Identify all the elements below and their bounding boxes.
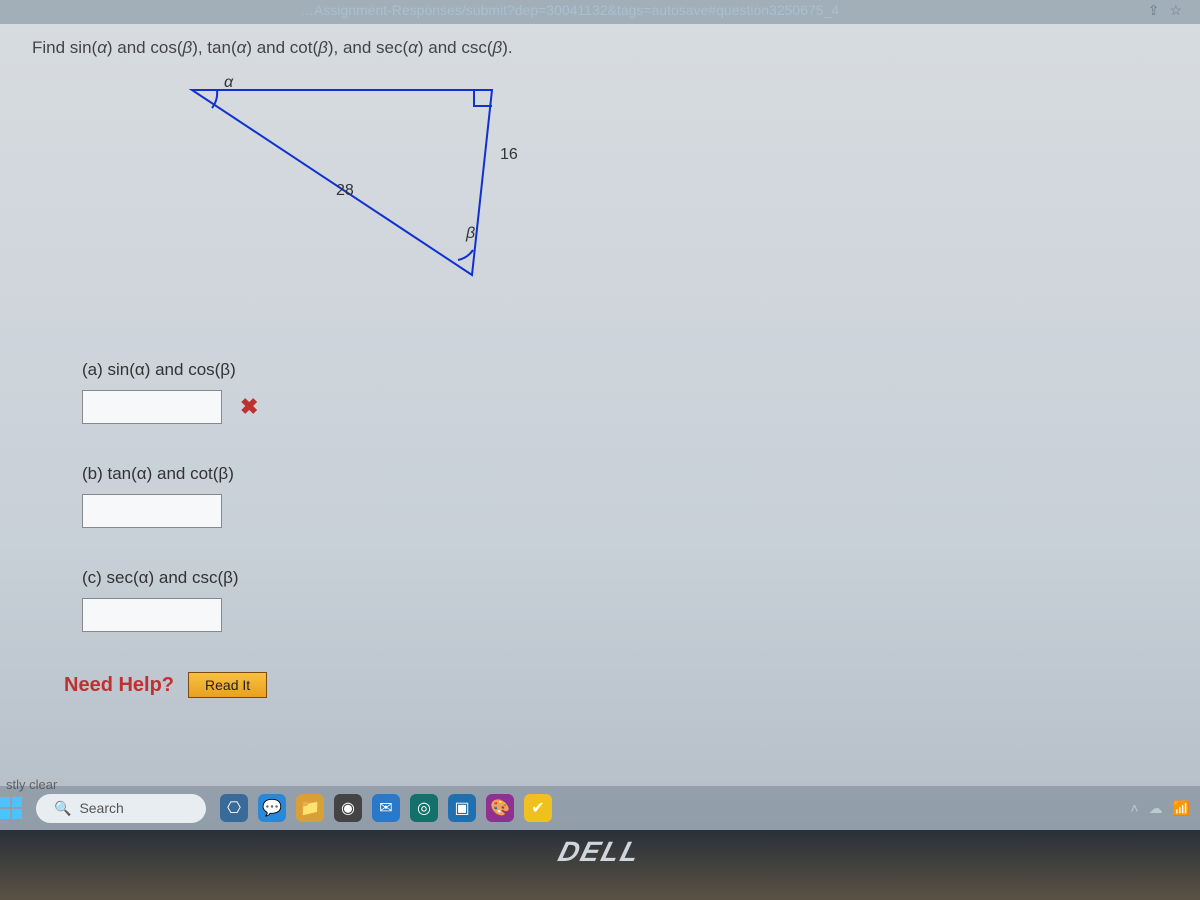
favorite-icon[interactable]: ☆ [1169, 2, 1182, 19]
answer-parts: (a) sin(α) and cos(β) ✖ (b) tan(α) and c… [32, 360, 1200, 632]
task-icon-dell[interactable]: ◉ [334, 794, 362, 822]
start-button[interactable] [0, 797, 22, 819]
tray-wifi-icon[interactable]: 📶 [1173, 800, 1190, 817]
part-c-label: (c) sec(α) and csc(β) [82, 568, 1200, 588]
part-a-label: (a) sin(α) and cos(β) [82, 360, 1200, 380]
task-icon-mail[interactable]: ✉ [372, 794, 400, 822]
part-b-input[interactable] [82, 494, 222, 528]
laptop-bezel: DELL [0, 830, 1200, 900]
read-it-button[interactable]: Read It [188, 672, 267, 698]
tray-chevron-icon[interactable]: ˄ [1130, 800, 1138, 816]
angle-beta-label: β [466, 225, 475, 243]
task-icon-check[interactable]: ✔ [524, 794, 552, 822]
taskbar-search[interactable]: 🔍 Search [36, 794, 206, 823]
part-a: (a) sin(α) and cos(β) ✖ [32, 360, 1200, 424]
task-icon-chat[interactable]: 💬 [258, 794, 286, 822]
search-icon: 🔍 [54, 800, 71, 817]
system-tray[interactable]: ˄ ☁ 📶 [1130, 800, 1190, 817]
part-c: (c) sec(α) and csc(β) [32, 568, 1200, 632]
share-icon[interactable]: ⇪ [1148, 2, 1160, 19]
task-icon-copilot[interactable]: ⎔ [220, 794, 248, 822]
tray-cloud-icon[interactable]: ☁ [1149, 800, 1163, 817]
wrong-icon: ✖ [240, 394, 258, 420]
angle-alpha-label: α [224, 74, 233, 92]
question-prompt: Find sin(α) and cos(β), tan(α) and cot(β… [32, 38, 1200, 58]
need-help-label: Need Help? [64, 674, 174, 697]
task-icon-paint[interactable]: 🎨 [486, 794, 514, 822]
task-icon-edge[interactable]: ◎ [410, 794, 438, 822]
windows-taskbar[interactable]: 🔍 Search ⎔ 💬 📁 ◉ ✉ ◎ ▣ 🎨 ✔ ˄ ☁ 📶 [0, 786, 1200, 830]
hypotenuse-label: 28 [336, 182, 354, 200]
task-icon-files[interactable]: 📁 [296, 794, 324, 822]
part-c-input[interactable] [82, 598, 222, 632]
need-help-row: Need Help? Read It [64, 672, 1200, 698]
part-b-label: (b) tan(α) and cot(β) [82, 464, 1200, 484]
task-icon-store[interactable]: ▣ [448, 794, 476, 822]
question-page: Find sin(α) and cos(β), tan(α) and cot(β… [0, 24, 1200, 770]
url-text: …Assignment-Responses/submit?dep=3004113… [300, 2, 839, 18]
part-b: (b) tan(α) and cot(β) [32, 464, 1200, 528]
dell-logo: DELL [559, 836, 640, 868]
search-placeholder: Search [79, 800, 123, 816]
browser-url-bar: …Assignment-Responses/submit?dep=3004113… [0, 0, 1200, 24]
vertical-leg-label: 16 [500, 146, 518, 164]
triangle-figure: α β 28 16 [162, 80, 722, 320]
part-a-input[interactable] [82, 390, 222, 424]
